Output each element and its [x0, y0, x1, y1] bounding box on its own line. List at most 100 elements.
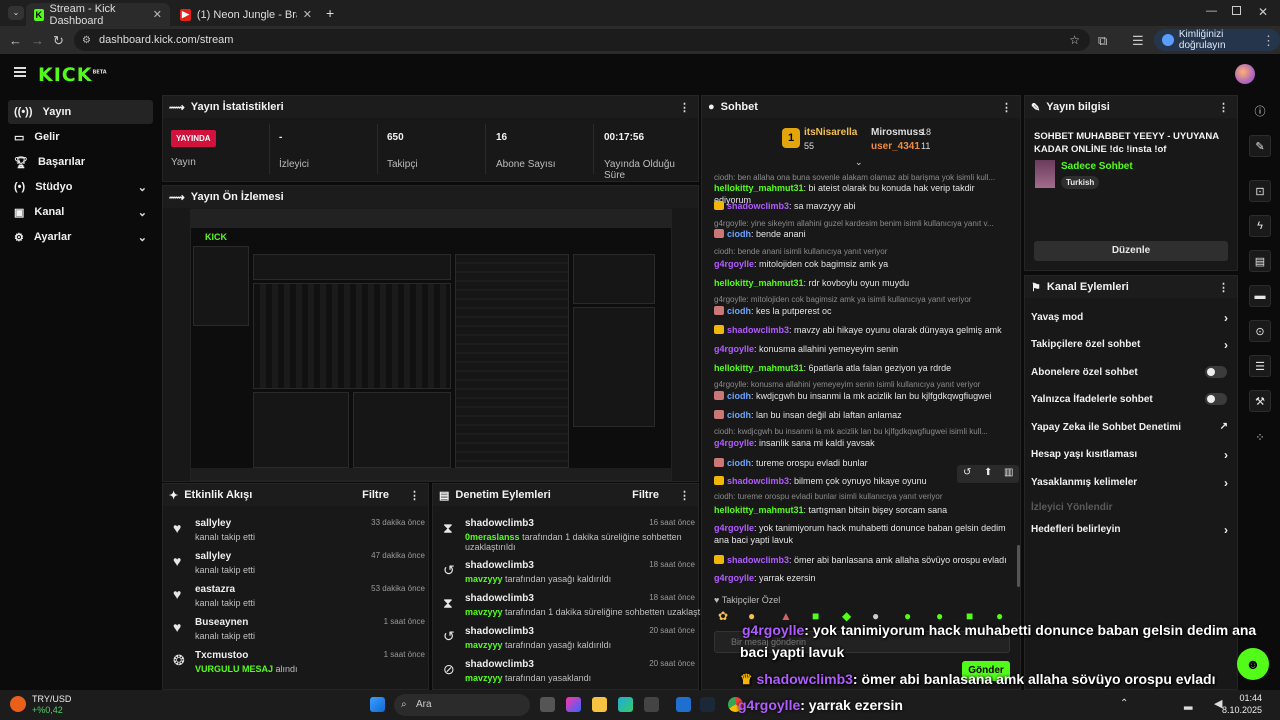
- more-options-icon[interactable]: ⋮: [679, 101, 690, 114]
- subscribers-only-toggle[interactable]: [1205, 366, 1227, 378]
- clock-date[interactable]: 8.10.2025: [1212, 705, 1262, 715]
- mod-target[interactable]: shadowclimb3: [465, 659, 534, 670]
- chat-username[interactable]: ciodh: [727, 458, 751, 468]
- mod-target[interactable]: shadowclimb3: [465, 626, 534, 637]
- close-window-icon[interactable]: ✕: [1258, 5, 1268, 19]
- leader-first-name[interactable]: itsNisarella: [804, 127, 857, 138]
- emote-icon[interactable]: ✿: [718, 609, 728, 623]
- explorer-icon[interactable]: [592, 697, 607, 712]
- chat-username[interactable]: g4rgoylle: [714, 523, 754, 533]
- pencil-icon[interactable]: ✎: [1249, 135, 1271, 157]
- action-goals[interactable]: Hedefleri belirleyin ›: [1031, 523, 1231, 538]
- action-slow-mode[interactable]: Yavaş mod ›: [1031, 311, 1231, 326]
- leader-third-name[interactable]: user_4341: [871, 141, 920, 152]
- document-icon[interactable]: ▤: [1249, 250, 1271, 272]
- lightning-icon[interactable]: ϟ: [1249, 215, 1271, 237]
- filter-button[interactable]: Filtre: [362, 489, 389, 501]
- chat-username[interactable]: hellokitty_mahmut31: [714, 363, 804, 373]
- support-chat-button[interactable]: ☻: [1237, 648, 1269, 680]
- chat-username[interactable]: g4rgoylle: [714, 573, 754, 583]
- more-options-icon[interactable]: ⋮: [679, 489, 690, 502]
- clock-time[interactable]: 01:44: [1222, 693, 1262, 703]
- hamburger-menu-icon[interactable]: [14, 67, 26, 77]
- mod-target[interactable]: shadowclimb3: [465, 593, 534, 604]
- more-options-icon[interactable]: ⋮: [1001, 101, 1012, 114]
- more-options-icon[interactable]: ⋮: [1218, 281, 1229, 294]
- forward-icon[interactable]: →: [31, 33, 44, 48]
- tray-chevron-icon[interactable]: ⌃: [1120, 698, 1128, 709]
- activity-user[interactable]: Txcmustoo: [195, 650, 248, 661]
- emote-icon[interactable]: ■: [812, 609, 819, 623]
- site-info-icon[interactable]: ⚙: [82, 35, 91, 46]
- taskbar-search[interactable]: ⌕ Ara: [394, 694, 530, 716]
- bookmark-star-icon[interactable]: ☆: [1069, 33, 1080, 47]
- activity-user[interactable]: eastazra: [195, 584, 235, 595]
- user-avatar[interactable]: [1235, 64, 1255, 84]
- minimize-icon[interactable]: —: [1206, 5, 1217, 17]
- info-icon[interactable]: ⓘ: [1249, 100, 1271, 122]
- copilot-icon[interactable]: [566, 697, 581, 712]
- windows-start-icon[interactable]: [370, 697, 385, 712]
- activity-user[interactable]: sallyley: [195, 551, 231, 562]
- edit-button[interactable]: Düzenle: [1034, 241, 1228, 261]
- target-icon[interactable]: ⊡: [1249, 180, 1271, 202]
- chat-username[interactable]: hellokitty_mahmut31: [714, 183, 804, 193]
- browser-menu-icon[interactable]: ⋮: [1262, 33, 1275, 49]
- chat-username[interactable]: hellokitty_mahmut31: [714, 278, 804, 288]
- emote-icon[interactable]: ■: [966, 609, 973, 623]
- emotes-only-toggle[interactable]: [1205, 393, 1227, 405]
- emote-icon[interactable]: ●: [748, 609, 755, 623]
- undo-icon[interactable]: ↺: [963, 467, 971, 478]
- wrench-icon[interactable]: ⚒: [1249, 390, 1271, 412]
- action-ai-moderation[interactable]: Yapay Zeka ile Sohbet Denetimi ↗: [1031, 421, 1231, 436]
- pin-icon[interactable]: ⬆: [984, 467, 992, 478]
- task-view-icon[interactable]: [540, 697, 555, 712]
- chat-username[interactable]: hellokitty_mahmut31: [714, 505, 804, 515]
- reload-icon[interactable]: ↻: [53, 33, 64, 49]
- chat-username[interactable]: shadowclimb3: [727, 555, 789, 565]
- extensions-icon[interactable]: ⧉: [1098, 33, 1107, 49]
- mod-target[interactable]: shadowclimb3: [465, 560, 534, 571]
- sidebar-item-kanal[interactable]: ▣ Kanal ⌄: [8, 200, 153, 224]
- scrollbar[interactable]: [1017, 545, 1020, 587]
- emote-icon[interactable]: ●: [872, 609, 879, 623]
- leader-second-name[interactable]: Mirosmuss: [871, 127, 924, 138]
- emote-icon[interactable]: ●: [936, 609, 943, 623]
- activity-user[interactable]: sallyley: [195, 518, 231, 529]
- action-emotes-only[interactable]: Yalnızca İfadelerle sohbet: [1031, 393, 1231, 408]
- store-icon[interactable]: [644, 697, 659, 712]
- list-icon[interactable]: ☰: [1249, 355, 1271, 377]
- more-options-icon[interactable]: ⋮: [409, 489, 420, 502]
- new-tab-icon[interactable]: +: [326, 5, 334, 21]
- activity-user[interactable]: Buseaynen: [195, 617, 248, 628]
- close-icon[interactable]: ✕: [153, 8, 162, 21]
- action-subscribers-only[interactable]: Abonelere özel sohbet: [1031, 366, 1231, 381]
- pinned-chevron-icon[interactable]: ⌄: [855, 157, 863, 168]
- outlook-icon[interactable]: [676, 697, 691, 712]
- back-icon[interactable]: ←: [9, 33, 22, 48]
- action-account-age[interactable]: Hesap yaşı kısıtlaması ›: [1031, 448, 1231, 463]
- network-icon[interactable]: ▂: [1184, 697, 1192, 710]
- close-icon[interactable]: ✕: [303, 8, 312, 21]
- chat-username[interactable]: shadowclimb3: [727, 201, 789, 211]
- market-widget[interactable]: TRY/USD +%0,42: [10, 694, 90, 716]
- trash-icon[interactable]: ▥: [1004, 467, 1013, 478]
- chat-username[interactable]: g4rgoylle: [714, 259, 754, 269]
- chat-username[interactable]: ciodh: [727, 391, 751, 401]
- action-banned-words[interactable]: Yasaklanmış kelimeler ›: [1031, 476, 1231, 491]
- emote-icon[interactable]: ●: [996, 609, 1003, 623]
- apps-icon[interactable]: ⁘: [1249, 426, 1271, 448]
- sidebar-item-basarilar[interactable]: 🏆︎ Başarılar: [8, 150, 153, 174]
- tab-youtube[interactable]: ▶ (1) Neon Jungle - Braveheart (I ✕: [172, 3, 320, 26]
- media-control-icon[interactable]: ☰: [1132, 33, 1144, 49]
- chat-username[interactable]: g4rgoylle: [714, 438, 754, 448]
- url-field[interactable]: ⚙ dashboard.kick.com/stream ☆: [74, 29, 1090, 51]
- emote-icon[interactable]: ◆: [842, 609, 851, 623]
- category-name[interactable]: Sadece Sohbet: [1061, 161, 1133, 172]
- chat-username[interactable]: ciodh: [727, 229, 751, 239]
- steam-icon[interactable]: [700, 697, 715, 712]
- edge-icon[interactable]: [618, 697, 633, 712]
- sidebar-item-ayarlar[interactable]: ⚙ Ayarlar ⌄: [8, 225, 153, 249]
- action-followers-only[interactable]: Takipçilere özel sohbet ›: [1031, 338, 1231, 353]
- more-options-icon[interactable]: ⋮: [1218, 101, 1229, 114]
